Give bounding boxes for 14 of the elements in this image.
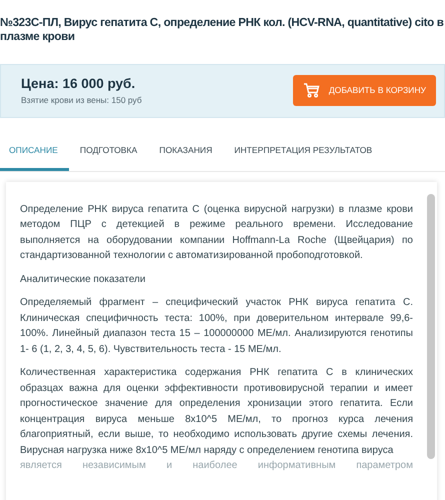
tab[interactable]: ПОДГОТОВКА — [68, 128, 148, 171]
paragraph: Аналитические показатели — [20, 272, 146, 287]
paragraph: Определяемый фрагмент – специфический участок РНК вируса гепатита С. Клиническая специфичность теста: 100%, при доверительном интервале 99,6-100%. Линейный диапазон теста 15 – 100000000 МЕ/мл. Анализируются генотипы 1- 6 (1, 2, 3, 4, 5, 6). Чувствительность теста - 15 МЕ/мл. — [20, 296, 413, 357]
tab[interactable]: ПОКАЗАНИЯ — [148, 128, 224, 171]
scrollbar-thumb[interactable] — [427, 194, 435, 459]
faded-text: является независимым и наиболее информативным параметром — [20, 459, 413, 474]
paragraph: Определение РНК вируса гепатита С (оценка вирусной нагрузки) в плазме крови методом ПЦР с детекцией в режиме реального времени. Исследование выполняется на оборудовании компании Hoffmann-La Roche (Щвейцария) по стандартизованной технологии с автоматизированной пробоподготовкой. — [20, 202, 413, 264]
price: Цена: 16 000 руб. — [21, 74, 136, 93]
tab[interactable]: ИНТЕРПРЕТАЦИЯ РЕЗУЛЬТАТОВ — [223, 128, 384, 171]
tab[interactable]: ОПИСАНИЕ — [0, 128, 69, 171]
blood-draw-price: Взятие крови из вены: 150 руб — [21, 94, 142, 107]
paragraph: Количественная характеристика содержания РНК гепатита С в клинических образцах важна для оценки эффективности противовирусной терапии и имеет прогностическое значение для определения хронизации этого гепатита. Если концентрация вируса меньше 8x10^5 МЕ/мл, то прогноз курса лечения благоприятный, если выше, то необходимо использовать другие схемы лечения. Вирусная нагрузка ниже 8x10^5 МЕ/мл наряду с определением генотипа вируса — [20, 366, 413, 458]
cart-icon — [302, 82, 320, 98]
product-title: №323С-ПЛ, Вирус гепатита С, определение РНК кол. (HCV-RNA, quantitative) cito в плазме крови — [0, 15, 444, 44]
